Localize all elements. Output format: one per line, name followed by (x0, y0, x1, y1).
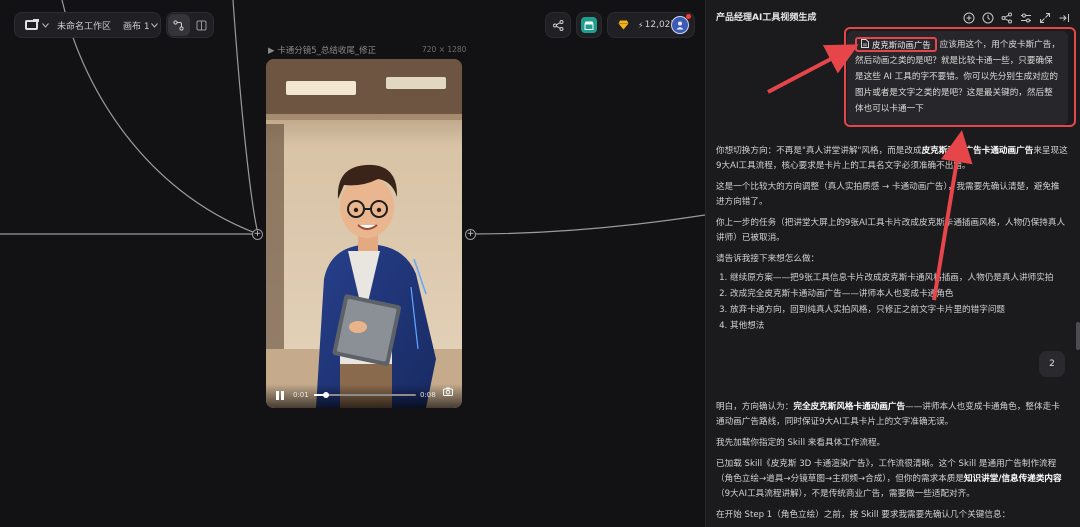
notification-dot (686, 14, 691, 19)
user-reply-bubble: 2 (1039, 351, 1065, 377)
node-size: 720 × 1280 (422, 45, 467, 54)
progress-track[interactable] (314, 392, 416, 398)
video-node-card[interactable]: 0:01 0:08 (266, 59, 462, 408)
workspace-name[interactable]: 未命名工作区 (57, 19, 111, 32)
play-triangle-icon: ▶ (268, 46, 278, 56)
current-time: 0:01 (293, 391, 309, 399)
chevron-down-icon[interactable] (150, 16, 160, 34)
reply-text: 你想切换方向：不再是"真人讲堂讲解"风格，而是改成 (716, 146, 922, 156)
reply-paragraph: 在开始 Step 1（角色立绘）之前，按 Skill 要求我需要先确认几个关键信… (716, 510, 1011, 520)
expand-icon[interactable] (1039, 9, 1051, 23)
gem-icon[interactable] (614, 16, 632, 34)
reply-bold-text: 皮克斯动画广告卡通动画广告 (921, 146, 1034, 156)
collapse-icon[interactable] (1058, 9, 1070, 22)
option-item[interactable]: 继续原方案——把9张工具信息卡片改成皮克斯卡通风格插画，人物仍是真人讲师实拍 (730, 270, 1068, 286)
connector-icon[interactable] (167, 14, 190, 36)
share-button[interactable] (545, 12, 571, 38)
store-button[interactable] (576, 12, 602, 38)
layout-icon[interactable] (191, 14, 213, 36)
reply-paragraph: 请告诉我接下来想怎么做： (716, 254, 820, 264)
option-item[interactable]: 放弃卡通方向，回到纯真人实拍风格，只修正之前文字卡片里的错字问题 (730, 302, 1068, 318)
store-icon (581, 17, 597, 33)
reply-text: （9大AI工具流程讲解），不是传统商业广告，需要做一些适配对齐。 (716, 489, 975, 499)
reply-paragraph: 已加载 Skill《皮克斯 3D 卡通渲染广告》，工作流很清晰。这个 Skill… (716, 457, 1068, 502)
option-item[interactable]: 改成完全皮克斯卡通动画广告——讲师本人也变成卡通角色 (730, 286, 1068, 302)
camera-icon[interactable] (443, 381, 453, 400)
canvas-area[interactable]: 未命名工作区 画布 1 ⚡ 12,027 ▶ 卡通分镜5_总结收尾_修正 720… (0, 0, 705, 527)
settings-icon[interactable] (1020, 9, 1032, 23)
reply-paragraph: 这是一个比较大的方向调整（真人实拍质感 → 卡通动画广告），我需要先确认清楚，避… (716, 182, 1060, 207)
file-icon (861, 37, 869, 53)
add-input-port[interactable]: + (252, 229, 263, 240)
logo-icon[interactable] (23, 16, 41, 34)
reply-bold-text: 完全皮克斯风格卡通动画广告 (793, 402, 906, 412)
reply-paragraph: 你上一步的任务（把讲堂大屏上的9张AI工具卡片改成皮克斯卡通插画风格，人物仍保持… (716, 218, 1066, 243)
scrollbar[interactable] (1076, 322, 1080, 350)
workspace-toolbar: 未命名工作区 画布 1 (14, 12, 161, 38)
view-toolbar (166, 12, 214, 38)
node-title[interactable]: ▶ 卡通分镜5_总结收尾_修正 (268, 44, 376, 56)
chevron-down-icon[interactable] (41, 16, 49, 34)
account-bar: ⚡ 12,027 (607, 12, 695, 38)
canvas-selector[interactable]: 画布 1 (123, 19, 150, 32)
node-title-text: 卡通分镜5_总结收尾_修正 (277, 46, 377, 56)
reply-paragraph: 我先加载你指定的 Skill 来看具体工作流程。 (716, 438, 886, 448)
share-icon[interactable] (1001, 9, 1013, 24)
pause-icon[interactable] (276, 391, 284, 400)
chat-panel: 产品经理AI工具视频生成 皮克斯动画广告 应该用这个，用个皮卡斯广告，然后动画之… (705, 0, 1080, 527)
reply-paragraph: 明白，方向确认为：完全皮克斯风格卡通动画广告——讲师本人也变成卡通角色，整体走卡… (716, 400, 1068, 430)
option-item[interactable]: 其他想法 (730, 318, 1068, 334)
option-list: 继续原方案——把9张工具信息卡片改成皮克斯卡通风格插画，人物仍是真人讲师实拍 改… (716, 270, 1068, 334)
reply-paragraph: 你想切换方向：不再是"真人讲堂讲解"风格，而是改成皮克斯动画广告卡通动画广告来呈… (716, 144, 1068, 174)
reference-chip[interactable]: 皮克斯动画广告 (855, 37, 937, 52)
lightning-icon: ⚡ (638, 20, 644, 30)
add-output-port[interactable]: + (465, 229, 476, 240)
reference-chip-label: 皮克斯动画广告 (872, 39, 931, 50)
assistant-message: 明白，方向确认为：完全皮克斯风格卡通动画广告——讲师本人也变成卡通角色，整体走卡… (716, 400, 1068, 527)
share-icon (552, 16, 564, 35)
reply-text: 明白，方向确认为： (716, 402, 794, 412)
video-frame-cartoon-presenter (266, 59, 462, 408)
user-message-bubble: 皮克斯动画广告 应该用这个，用个皮卡斯广告，然后动画之类的是吧？就是比较卡通一些… (847, 31, 1068, 125)
panel-title: 产品经理AI工具视频生成 (716, 13, 817, 23)
reply-bold-text: 知识讲堂/信息传递类内容 (963, 474, 1062, 484)
add-icon[interactable] (963, 9, 975, 24)
assistant-message: 你想切换方向：不再是"真人讲堂讲解"风格，而是改成皮克斯动画广告卡通动画广告来呈… (716, 144, 1068, 334)
total-time: 0:08 (420, 391, 436, 399)
history-icon[interactable] (982, 9, 994, 24)
